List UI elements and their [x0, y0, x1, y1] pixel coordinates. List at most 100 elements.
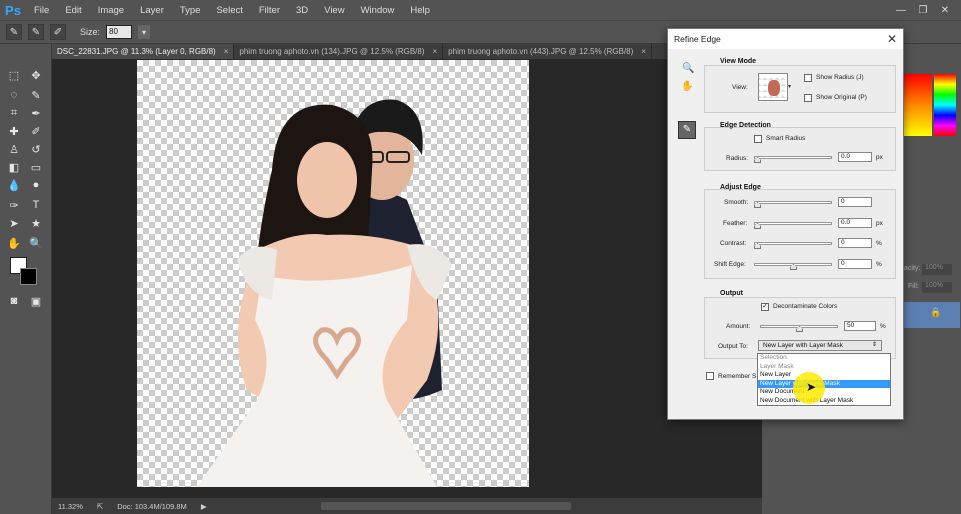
- color-picker-strip[interactable]: [902, 74, 932, 136]
- menu-window[interactable]: Window: [353, 5, 403, 16]
- contrast-unit: %: [876, 240, 882, 247]
- show-radius-checkbox[interactable]: [804, 74, 812, 82]
- contrast-label: Contrast:: [720, 240, 747, 247]
- brush-tool-icon[interactable]: ✐: [27, 122, 45, 140]
- export-icon[interactable]: ⇱: [97, 502, 103, 511]
- tab-document-active[interactable]: DSC_22831.JPG @ 11.3% (Layer 0, RGB/8) ×: [52, 44, 235, 59]
- hand-tool-icon[interactable]: ✋: [5, 234, 23, 252]
- menu-filter[interactable]: Filter: [251, 5, 288, 16]
- eyedropper-tool-icon[interactable]: ✒: [27, 104, 45, 122]
- close-icon[interactable]: ×: [224, 47, 229, 56]
- dialog-titlebar: Refine Edge ✕: [668, 29, 903, 49]
- close-window-button[interactable]: ✕: [935, 2, 955, 18]
- refine-radius-tool-icon[interactable]: ✎: [678, 121, 696, 139]
- lasso-tool-icon[interactable]: ◌: [5, 86, 23, 104]
- restore-button[interactable]: ❐: [913, 2, 933, 18]
- type-tool-icon[interactable]: T: [27, 196, 45, 214]
- remember-settings-checkbox[interactable]: [706, 372, 714, 380]
- amount-unit: %: [880, 323, 886, 330]
- size-input[interactable]: 80: [106, 25, 133, 39]
- decontaminate-label: Decontaminate Colors: [773, 303, 838, 310]
- tab-document[interactable]: phim truong aphoto.vn (134).JPG @ 12.5% …: [234, 44, 444, 59]
- shape-tool-icon[interactable]: ★: [27, 214, 45, 232]
- pen-tool-icon[interactable]: ✑: [5, 196, 23, 214]
- tab-document[interactable]: phim truong aphoto.vn (443).JPG @ 12.5% …: [443, 44, 652, 59]
- menu-file[interactable]: File: [26, 5, 57, 16]
- menu-edit[interactable]: Edit: [57, 5, 89, 16]
- quick-mask-icon[interactable]: ◙: [5, 292, 23, 310]
- contrast-input[interactable]: 0: [838, 238, 872, 248]
- gradient-tool-icon[interactable]: ▭: [27, 158, 45, 176]
- opacity-field[interactable]: 100%: [922, 264, 952, 275]
- stamp-tool-icon[interactable]: ♙: [5, 140, 23, 158]
- menu-help[interactable]: Help: [402, 5, 438, 16]
- dress-sleeve: [237, 246, 277, 300]
- radius-slider[interactable]: [754, 156, 832, 159]
- dodge-tool-icon[interactable]: ●: [27, 176, 45, 194]
- smooth-input[interactable]: 0: [838, 197, 872, 207]
- option-selection: Selection: [760, 354, 787, 361]
- tab-label: DSC_22831.JPG @ 11.3% (Layer 0, RGB/8): [57, 47, 216, 56]
- marquee-tool-icon[interactable]: ⬚: [5, 66, 23, 84]
- healing-tool-icon[interactable]: ✚: [5, 122, 23, 140]
- show-original-checkbox[interactable]: [804, 94, 812, 102]
- history-brush-icon[interactable]: ↺: [27, 140, 45, 158]
- output-to-label: Output To:: [718, 343, 748, 350]
- amount-label: Amount:: [726, 323, 751, 330]
- smooth-slider[interactable]: [754, 201, 832, 204]
- menu-image[interactable]: Image: [90, 5, 132, 16]
- path-select-tool-icon[interactable]: ➤: [5, 214, 23, 232]
- contrast-slider[interactable]: [754, 242, 832, 245]
- chevron-down-icon[interactable]: ▾: [788, 83, 794, 95]
- menu-view[interactable]: View: [316, 5, 352, 16]
- menu-3d[interactable]: 3D: [288, 5, 316, 16]
- doc-size: Doc: 103.4M/109.8M: [117, 501, 187, 511]
- hue-slider[interactable]: [934, 74, 956, 136]
- tab-label: phim truong aphoto.vn (443).JPG @ 12.5% …: [448, 47, 634, 56]
- option-new-document-with-mask[interactable]: New Document with Layer Mask: [758, 397, 890, 406]
- zoom-level[interactable]: 11.32%: [58, 502, 83, 511]
- menu-type[interactable]: Type: [172, 5, 209, 16]
- radius-unit: px: [876, 154, 883, 161]
- brush-tool-icon[interactable]: ✎: [6, 24, 22, 40]
- refine-radius-icon[interactable]: ✎: [28, 24, 44, 40]
- background-color-swatch[interactable]: [20, 268, 37, 285]
- radius-input[interactable]: 0.0: [838, 152, 872, 162]
- menu-select[interactable]: Select: [208, 5, 250, 16]
- radius-label: Radius:: [726, 155, 749, 162]
- fill-field[interactable]: 100%: [922, 282, 952, 293]
- decontaminate-checkbox[interactable]: ✓: [761, 303, 769, 311]
- feather-slider[interactable]: [754, 222, 832, 225]
- document-canvas[interactable]: [137, 60, 529, 487]
- status-arrow-icon[interactable]: ▶: [201, 502, 207, 511]
- shift-edge-input[interactable]: 0: [838, 259, 872, 269]
- crop-tool-icon[interactable]: ⌗: [5, 104, 23, 122]
- close-icon[interactable]: ×: [433, 47, 438, 56]
- horizontal-scrollbar[interactable]: [320, 502, 571, 510]
- smart-radius-checkbox[interactable]: [754, 135, 762, 143]
- close-icon[interactable]: ✕: [887, 32, 897, 46]
- adjust-edge-title: Adjust Edge: [720, 184, 761, 191]
- move-tool-icon[interactable]: ✥: [27, 66, 45, 84]
- close-icon[interactable]: ×: [641, 47, 646, 56]
- size-dropdown-button[interactable]: ▾: [138, 25, 151, 39]
- mouse-pointer-icon: ➤: [806, 380, 817, 394]
- tab-label: phim truong aphoto.vn (134).JPG @ 12.5% …: [239, 47, 425, 56]
- hand-tool-icon[interactable]: ✋: [681, 81, 693, 92]
- blur-tool-icon[interactable]: 💧: [5, 176, 23, 194]
- amount-input[interactable]: 50: [844, 321, 876, 331]
- erase-refinements-icon[interactable]: ✐: [50, 24, 66, 40]
- eraser-tool-icon[interactable]: ◧: [5, 158, 23, 176]
- minimize-button[interactable]: —: [891, 2, 911, 18]
- quick-select-tool-icon[interactable]: ✎: [27, 86, 45, 104]
- feather-input[interactable]: 0.0: [838, 218, 872, 228]
- screen-mode-icon[interactable]: ▣: [27, 292, 45, 310]
- smooth-label: Smooth:: [724, 199, 749, 206]
- option-new-layer[interactable]: New Layer: [758, 371, 890, 380]
- menu-bar: Ps File Edit Image Layer Type Select Fil…: [0, 0, 961, 20]
- output-to-select[interactable]: New Layer with Layer Mask ⇕: [758, 340, 882, 351]
- view-mode-thumbnail[interactable]: [758, 73, 788, 101]
- zoom-tool-icon[interactable]: 🔍: [682, 63, 694, 74]
- menu-layer[interactable]: Layer: [132, 5, 172, 16]
- zoom-tool-icon[interactable]: 🔍: [27, 234, 45, 252]
